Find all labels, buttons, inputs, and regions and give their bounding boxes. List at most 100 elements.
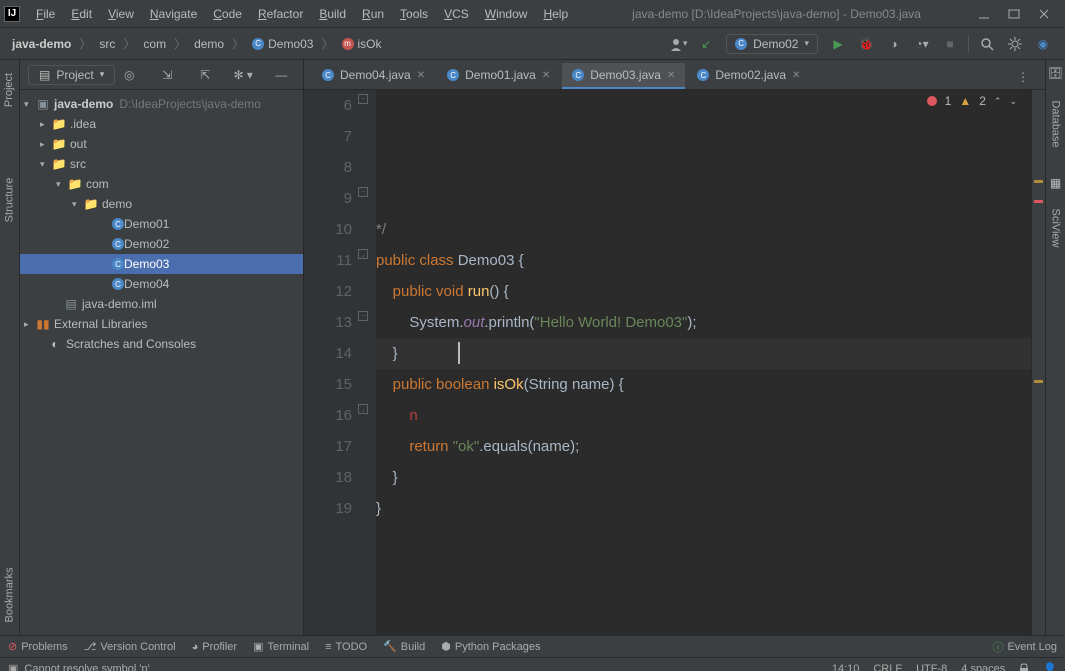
tab-close-icon[interactable]: ✕ [792,70,800,81]
ide-updates-icon[interactable]: ◉ [1031,32,1055,56]
tree-class-demo01[interactable]: CDemo01 [20,214,303,234]
chevron-right-icon: 〉 [75,35,95,52]
chevron-down-icon[interactable]: ⌄ [1009,96,1017,107]
maximize-button[interactable] [1007,7,1021,21]
settings-icon[interactable] [1003,32,1027,56]
breadcrumb-project[interactable]: java-demo [8,35,75,53]
menu-edit[interactable]: Edit [63,5,100,23]
menu-file[interactable]: File [28,5,63,23]
breadcrumb-folder[interactable]: demo [190,35,228,53]
back-arrow-icon[interactable]: ↙ [694,32,718,56]
tab-close-icon[interactable]: ✕ [542,70,550,81]
tree-class-demo03[interactable]: CDemo03 [20,254,303,274]
cursor-position[interactable]: 14:10 [832,663,860,671]
collapse-all-icon[interactable]: ⇱ [193,63,217,87]
debug-button[interactable]: 🐞 [854,32,878,56]
tree-folder-out[interactable]: ▸📁 out [20,134,303,154]
menu-code[interactable]: Code [205,5,250,23]
close-button[interactable] [1037,7,1051,21]
tab-close-icon[interactable]: ✕ [417,70,425,81]
breadcrumb-folder[interactable]: src [95,35,119,53]
menu-navigate[interactable]: Navigate [142,5,205,23]
tree-folder-idea[interactable]: ▸📁 .idea [20,114,303,134]
tool-profiler[interactable]: ◕Profiler [192,641,238,653]
tab-demo03-java[interactable]: CDemo03.java✕ [562,63,685,89]
error-stripe[interactable] [1031,90,1045,635]
tool-project[interactable]: Project [4,73,16,107]
menu-window[interactable]: Window [477,5,536,23]
tool-sciview[interactable]: SciView [1050,209,1062,248]
tree-root[interactable]: ▾▣ java-demoD:\IdeaProjects\java-demo [20,94,303,114]
breadcrumb-method[interactable]: misOk [338,35,386,53]
tool-terminal[interactable]: ▣Terminal [253,640,309,653]
tab-demo02-java[interactable]: CDemo02.java✕ [687,63,810,89]
editor-body[interactable]: 678910111213141516171819 − − ⌟ − ⌟ */pub… [304,90,1045,635]
tool-vcs[interactable]: ⎇Version Control [84,640,176,653]
menu-vcs[interactable]: VCS [436,5,477,23]
file-encoding[interactable]: UTF-8 [916,663,947,671]
tab-close-icon[interactable]: ✕ [667,70,675,81]
tab-demo04-java[interactable]: CDemo04.java✕ [312,63,435,89]
tree-scratches[interactable]: ◐ Scratches and Consoles [20,334,303,354]
fold-minus-icon[interactable]: − [358,94,368,104]
database-tool-icon[interactable]: 🗄 [1048,66,1063,80]
fold-column[interactable]: − − ⌟ − ⌟ [358,90,370,635]
tool-problems[interactable]: ⊘Problems [8,640,68,653]
tree-class-demo04[interactable]: CDemo04 [20,274,303,294]
tree-class-demo02[interactable]: CDemo02 [20,234,303,254]
menu-build[interactable]: Build [311,5,354,23]
menu-tools[interactable]: Tools [392,5,436,23]
event-log-button[interactable]: ⓘEvent Log [992,639,1057,655]
breadcrumb-folder[interactable]: com [139,35,170,53]
tree-iml-file[interactable]: ▤ java-demo.iml [20,294,303,314]
menu-refactor[interactable]: Refactor [250,5,311,23]
run-config-selector[interactable]: C Demo02 ▾ [726,34,818,54]
tree-package-demo[interactable]: ▾📁 demo [20,194,303,214]
tree-folder-src[interactable]: ▾📁 src [20,154,303,174]
tool-todo[interactable]: ≡TODO [325,641,367,653]
chevron-up-icon[interactable]: ⌃ [994,96,1002,107]
fold-minus-icon[interactable]: − [358,311,368,321]
sciview-tool-icon[interactable]: ▦ [1050,176,1061,190]
tool-database[interactable]: Database [1050,100,1062,147]
tool-structure[interactable]: Structure [4,178,16,223]
tabs-more-icon[interactable]: ⋮ [1011,65,1035,89]
search-icon[interactable] [975,32,999,56]
menu-view[interactable]: View [100,5,142,23]
stripe-error-icon[interactable] [1034,200,1043,203]
code-editor[interactable]: */public class Demo03 { public void run(… [376,90,1031,635]
stripe-warning-icon[interactable] [1034,380,1043,383]
menu-help[interactable]: Help [535,5,576,23]
menu-run[interactable]: Run [354,5,392,23]
project-tree[interactable]: ▾▣ java-demoD:\IdeaProjects\java-demo ▸📁… [20,90,303,635]
line-gutter[interactable]: 678910111213141516171819 − − ⌟ − ⌟ [304,90,376,635]
coverage-button[interactable]: ◑ [882,32,906,56]
readonly-lock-icon[interactable] [1019,663,1029,671]
tool-python-packages[interactable]: ⬢Python Packages [441,640,540,653]
fold-end-icon[interactable]: ⌟ [358,249,368,259]
status-icon[interactable]: ▣ [8,662,18,671]
fold-minus-icon[interactable]: − [358,187,368,197]
stop-button[interactable]: ■ [938,32,962,56]
sidebar-view-selector[interactable]: ▤ Project ▾ [28,65,115,85]
breadcrumb-class[interactable]: CDemo03 [248,35,317,53]
indent-status[interactable]: 4 spaces [961,663,1005,671]
profile-button[interactable]: ◔▾ [910,32,934,56]
sidebar-settings-icon[interactable]: ✻ ▾ [231,63,255,87]
tool-bookmarks[interactable]: Bookmarks [4,567,16,622]
expand-all-icon[interactable]: ⇲ [155,63,179,87]
tool-build[interactable]: 🔨Build [383,640,425,653]
inspection-widget[interactable]: 1 ▲2 ⌃ ⌄ [927,94,1017,108]
minimize-button[interactable] [977,7,991,21]
tree-external-libs[interactable]: ▸▮▮ External Libraries [20,314,303,334]
fold-end-icon[interactable]: ⌟ [358,404,368,414]
select-opened-icon[interactable]: ◎ [117,63,141,87]
tree-package-com[interactable]: ▾📁 com [20,174,303,194]
tab-demo01-java[interactable]: CDemo01.java✕ [437,63,560,89]
hide-sidebar-icon[interactable]: — [269,63,293,87]
user-icon[interactable]: ▾ [666,32,690,56]
inspection-profile-icon[interactable]: 👤 [1043,662,1057,671]
line-separator[interactable]: CRLF [873,663,902,671]
run-button[interactable]: ▶ [826,32,850,56]
stripe-warning-icon[interactable] [1034,180,1043,183]
